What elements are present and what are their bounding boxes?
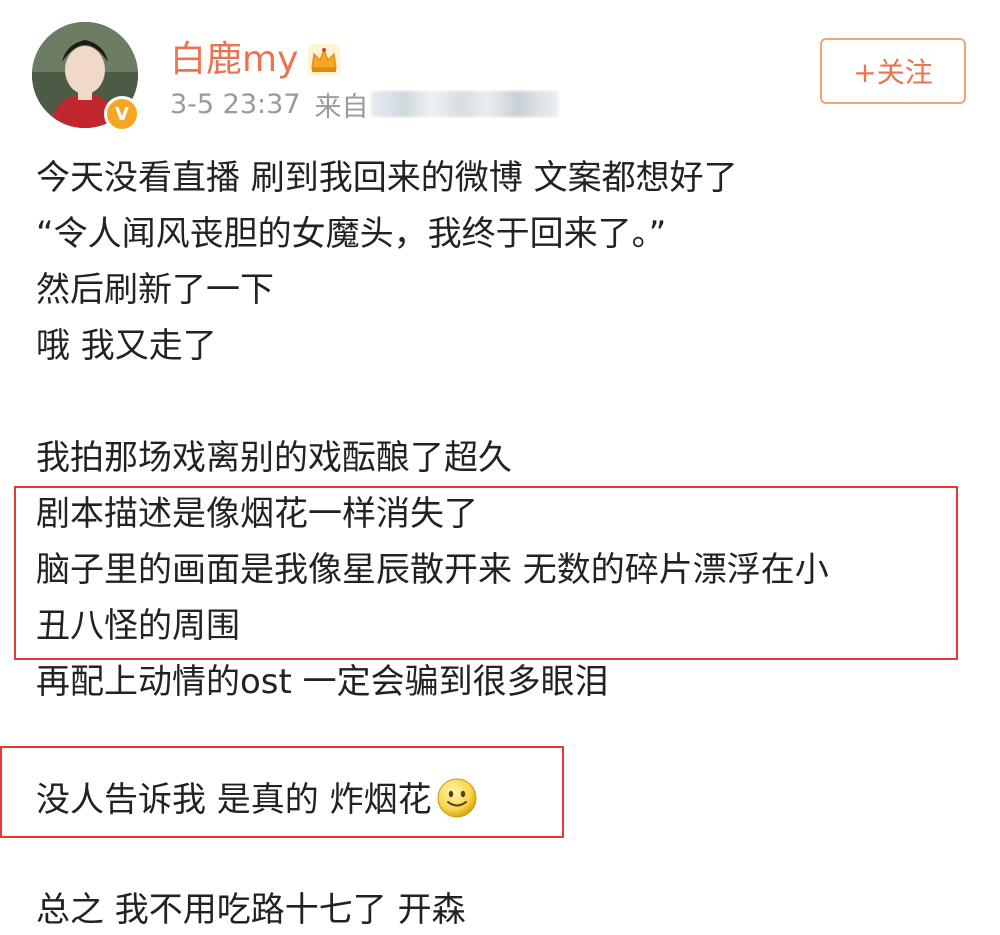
- post-line-2: “令人闻风丧胆的女魔头，我终于回来了。”: [36, 214, 667, 254]
- post-line-4: 哦 我又走了: [36, 326, 217, 366]
- red-highlight-box: [14, 486, 958, 660]
- post-line-blank: [36, 374, 976, 430]
- username-row: 白鹿my: [170, 36, 342, 84]
- post-timestamp: 3-5 23:37: [170, 88, 301, 120]
- username[interactable]: 白鹿my: [170, 36, 298, 84]
- follow-button[interactable]: +关注: [820, 38, 966, 104]
- blurred-source-text: [370, 91, 559, 117]
- post-meta: 3-5 23:37 来自: [170, 86, 559, 123]
- post-line-14: 总之 我不用吃路十七了 开森: [36, 890, 466, 930]
- post-line-10: 再配上动情的ost 一定会骗到很多眼泪: [36, 662, 609, 702]
- post-line-3: 然后刷新了一下: [36, 270, 274, 310]
- weibo-post: V 白鹿my 3-5 23:37 来自 +关注 今天没看直播 刷到我回来的微博 …: [0, 0, 1000, 935]
- crown-icon: [308, 44, 341, 76]
- verified-badge-icon: V: [104, 96, 140, 132]
- post-line-1: 今天没看直播 刷到我回来的微博 文案都想好了: [36, 158, 738, 198]
- red-highlight-box: [0, 746, 564, 838]
- post-line-6: 我拍那场戏离别的戏酝酿了超久: [36, 438, 512, 478]
- post-header: V 白鹿my 3-5 23:37 来自 +关注: [0, 0, 1000, 140]
- post-source-label: 来自: [314, 91, 369, 123]
